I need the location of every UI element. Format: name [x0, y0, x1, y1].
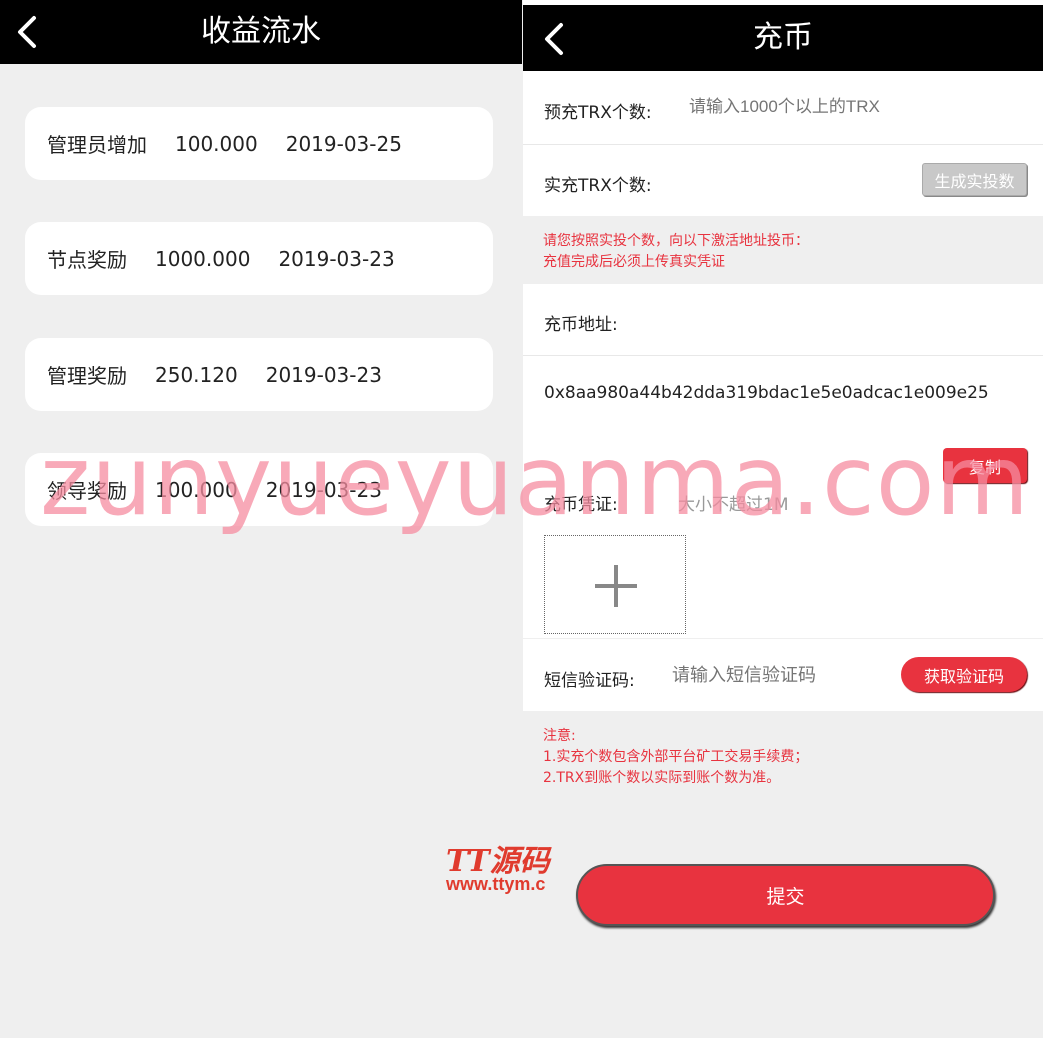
record-date: 2019-03-23: [265, 362, 382, 387]
note-line: 1.实充个数包含外部平台矿工交易手续费；: [543, 749, 809, 765]
record-amount: 100.000: [175, 131, 258, 156]
prefill-input[interactable]: [689, 97, 1019, 117]
record-amount: 1000.000: [155, 246, 251, 271]
watermark-text: zunyueyuanma.com: [40, 425, 1031, 537]
page-title: 收益流水: [201, 14, 321, 49]
plus-icon: [595, 565, 637, 607]
address-label-row: 充币地址:: [523, 284, 1043, 355]
address-label: 充币地址:: [544, 315, 618, 335]
record-date: 2019-03-23: [278, 246, 395, 271]
hint-line: 充值完成后必须上传真实凭证: [543, 254, 725, 270]
deposit-header: 充币: [523, 5, 1043, 71]
actual-label: 实充TRX个数:: [544, 176, 652, 196]
record-type: 管理奖励: [47, 364, 127, 388]
list-item: 管理奖励 250.120 2019-03-23: [25, 338, 493, 411]
get-code-button[interactable]: 获取验证码: [901, 657, 1027, 692]
actual-row: 实充TRX个数: 生成实投数: [523, 145, 1043, 216]
record-type: 管理员增加: [47, 133, 147, 157]
prefill-label: 预充TRX个数:: [544, 103, 652, 123]
sms-code-input[interactable]: [672, 665, 892, 686]
note-line: 2.TRX到账个数以实际到账个数为准。: [543, 770, 781, 786]
prefill-row: 预充TRX个数:: [523, 71, 1043, 144]
list-item: 节点奖励 1000.000 2019-03-23: [25, 222, 493, 295]
earnings-header: 收益流水: [0, 0, 522, 64]
screen: 收益流水 管理员增加 100.000 2019-03-25 节点奖励 1000.…: [0, 0, 1043, 1038]
sms-label: 短信验证码:: [544, 671, 635, 691]
hint-line: 请您按照实投个数，向以下激活地址投币：: [543, 233, 809, 249]
sms-row: 短信验证码: 获取验证码: [523, 639, 1043, 711]
list-item: 管理员增加 100.000 2019-03-25: [25, 107, 493, 180]
page-title: 充币: [753, 20, 813, 55]
upload-voucher-button[interactable]: [544, 535, 686, 634]
note-line: 注意:: [543, 728, 576, 744]
record-amount: 250.120: [155, 362, 238, 387]
watermark-url: www.ttym.c: [446, 874, 546, 894]
notes: 注意: 1.实充个数包含外部平台矿工交易手续费； 2.TRX到账个数以实际到账个…: [543, 726, 808, 789]
deposit-address: 0x8aa980a44b42dda319bdac1e5e0adcac1e009e…: [544, 383, 989, 403]
submit-button[interactable]: 提交: [576, 864, 995, 926]
record-date: 2019-03-25: [285, 131, 402, 156]
record-type: 节点奖励: [47, 248, 127, 272]
deposit-hint: 请您按照实投个数，向以下激活地址投币： 充值完成后必须上传真实凭证: [543, 231, 809, 273]
generate-button[interactable]: 生成实投数: [922, 163, 1027, 196]
